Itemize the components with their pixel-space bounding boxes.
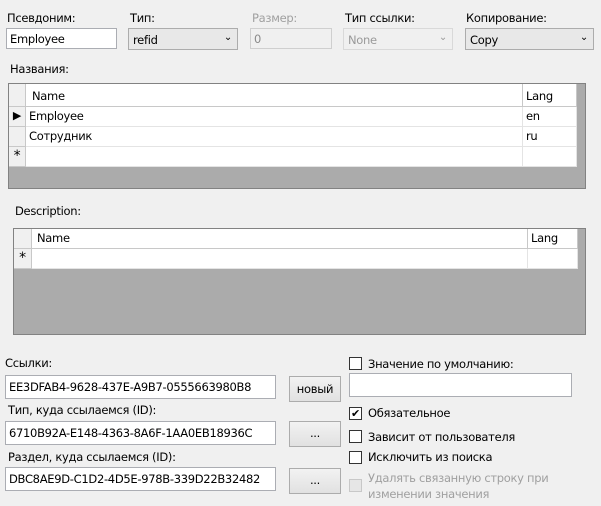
type-select[interactable]: refid ⌄ [128,28,238,50]
delete-linked-label-line2: изменении значения [368,487,490,501]
target-type-input[interactable]: 6710B92A-E148-4363-8A6F-1AA0EB18936C [5,421,276,445]
new-row-icon[interactable]: * [14,249,32,269]
new-button[interactable]: новый [289,376,341,402]
target-type-label: Тип, куда ссылаемся (ID): [8,403,157,417]
chevron-down-icon: ⌄ [579,32,588,43]
delete-linked-label-line1: Удалять связанную строку при [368,471,549,485]
copy-select[interactable]: Copy ⌄ [465,28,594,50]
required-checkbox[interactable]: ✔ [349,407,362,420]
chevron-down-icon: ⌄ [438,32,447,43]
link-type-value: None [348,33,377,47]
exclude-search-checkbox[interactable] [349,451,362,464]
target-section-input[interactable]: DBC8AE9D-C1D2-4D5E-978B-339D22B32482 [5,467,276,491]
default-value-label: Значение по умолчанию: [368,357,514,371]
target-section-label: Раздел, куда ссылаемся (ID): [8,450,176,464]
table-row-lang[interactable]: en [523,107,577,127]
chevron-down-icon: ⌄ [223,32,232,43]
row-header[interactable] [9,127,26,147]
link-type-select: None ⌄ [343,28,453,50]
new-row-name[interactable] [32,249,528,269]
browse-section-button[interactable]: ... [289,468,341,494]
type-value: refid [133,33,158,47]
new-row-lang[interactable] [528,249,578,269]
link-type-label: Тип ссылки: [345,11,415,25]
links-label: Ссылки: [5,356,52,370]
corner-header [9,84,26,107]
required-label: Обязательное [368,406,451,420]
user-dependent-label: Зависит от пользователя [368,430,516,444]
links-input[interactable]: EE3DFAB4-9628-437E-A9B7-0555663980B8 [5,375,276,399]
exclude-search-label: Исключить из поиска [368,450,493,464]
delete-linked-checkbox [349,479,362,492]
alias-label: Псевдоним: [7,11,76,25]
default-value-input[interactable] [349,373,572,397]
description-label: Description: [15,204,81,218]
table-row-lang[interactable]: ru [523,127,577,147]
type-label: Тип: [130,11,155,25]
column-header-name[interactable]: Name [26,84,523,107]
new-row-icon[interactable]: * [9,147,26,167]
current-row-icon[interactable]: ▶ [9,107,26,127]
copy-label: Копирование: [466,11,547,25]
column-header-lang[interactable]: Lang [523,84,577,107]
copy-value: Copy [470,33,498,47]
description-grid[interactable]: Name Lang * [13,228,586,335]
size-label: Размер: [252,11,297,25]
names-grid[interactable]: Name Lang ▶ Employee en Сотрудник ru * [8,83,586,189]
alias-input[interactable]: Employee [6,28,117,49]
table-row-name[interactable]: Employee [26,107,523,127]
new-row-lang[interactable] [523,147,577,167]
column-header-lang[interactable]: Lang [528,229,578,249]
new-row-name[interactable] [26,147,523,167]
browse-type-button[interactable]: ... [289,421,341,447]
names-label: Названия: [10,62,69,76]
user-dependent-checkbox[interactable] [349,430,362,443]
table-row-name[interactable]: Сотрудник [26,127,523,147]
column-header-name[interactable]: Name [32,229,528,249]
corner-header [14,229,32,249]
size-input: 0 [250,28,332,49]
default-value-checkbox[interactable] [349,357,362,370]
